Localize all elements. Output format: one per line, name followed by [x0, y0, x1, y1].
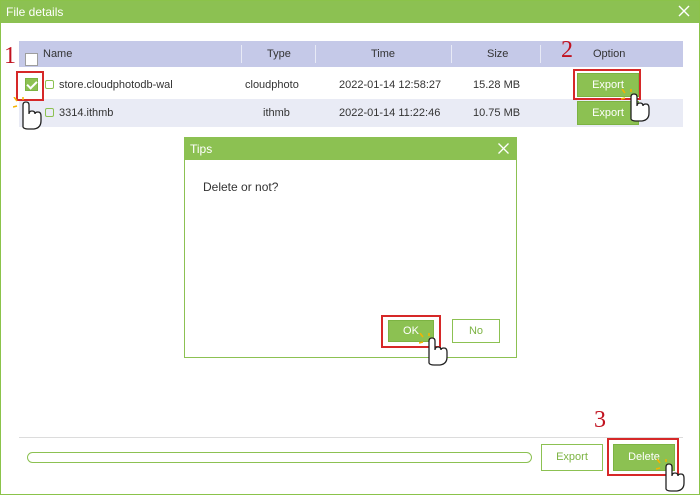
file-icon: [45, 80, 54, 89]
column-header-time[interactable]: Time: [371, 48, 395, 60]
column-header-option[interactable]: Option: [593, 48, 625, 60]
step-number-2: 2: [561, 37, 573, 63]
dialog-message: Delete or not?: [203, 180, 279, 194]
step-number-1: 1: [4, 43, 16, 69]
file-time: 2022-01-14 11:22:46: [339, 107, 441, 119]
window-titlebar: File details: [1, 1, 699, 23]
file-details-window: File details Name Type Time Size Option …: [0, 0, 700, 495]
pointer-hand-icon: [621, 89, 650, 122]
file-name: store.cloudphotodb-wal: [59, 79, 173, 91]
select-all-checkbox[interactable]: [25, 53, 38, 66]
close-icon[interactable]: [677, 4, 691, 18]
column-header-name[interactable]: Name: [43, 48, 72, 60]
pointer-hand-icon: [419, 333, 448, 366]
footer-export-button[interactable]: Export: [541, 444, 603, 471]
file-type: ithmb: [263, 107, 290, 119]
close-icon[interactable]: [497, 142, 510, 155]
pointer-hand-icon: [13, 97, 42, 130]
file-size: 10.75 MB: [473, 107, 521, 119]
column-header-size[interactable]: Size: [487, 48, 508, 60]
footer-divider: [19, 437, 683, 438]
dialog-title: Tips: [190, 142, 213, 156]
file-icon: [45, 108, 54, 117]
tips-dialog: Tips Delete or not? OK No: [184, 137, 517, 358]
file-type: cloudphoto: [245, 79, 299, 91]
dialog-titlebar: Tips: [185, 138, 516, 160]
step-number-3: 3: [594, 407, 606, 433]
table-header: Name Type Time Size Option: [19, 41, 683, 67]
file-name: 3314.ithmb: [59, 107, 114, 119]
window-title: File details: [6, 5, 64, 19]
pointer-hand-icon: [656, 459, 685, 492]
table-row[interactable]: 3314.ithmb ithmb 2022-01-14 11:22:46 10.…: [19, 99, 683, 127]
progress-bar: [27, 452, 532, 463]
file-size: 15.28 MB: [473, 79, 521, 91]
column-header-type[interactable]: Type: [267, 48, 291, 60]
file-time: 2022-01-14 12:58:27: [339, 79, 442, 91]
no-button[interactable]: No: [452, 319, 500, 343]
